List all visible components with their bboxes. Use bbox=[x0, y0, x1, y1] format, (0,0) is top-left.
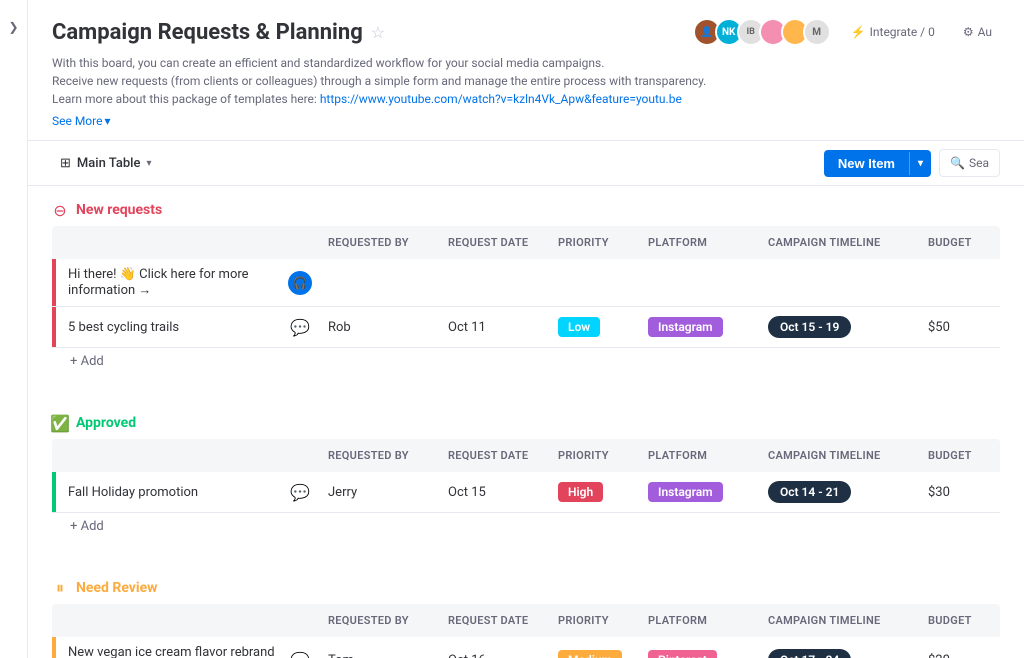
budget-cell: $30 bbox=[920, 481, 1000, 504]
group-new-requests: ⊖ New requests Requested by Request date… bbox=[28, 186, 1024, 375]
budget-cell: $20 bbox=[920, 649, 1000, 658]
platform-badge-instagram: Instagram bbox=[648, 482, 723, 502]
request-date: Oct 11 bbox=[440, 316, 550, 339]
timeline-cell: Oct 14 - 21 bbox=[760, 477, 920, 507]
dropdown-icon: ▾ bbox=[146, 158, 151, 169]
group-icon-approved: ✅ bbox=[52, 415, 68, 431]
search-button[interactable]: 🔍 Sea bbox=[939, 149, 1000, 177]
page-title: Campaign Requests & Planning bbox=[52, 20, 363, 45]
table-row[interactable]: 5 best cycling trails 💬 Rob Oct 11 Low I… bbox=[52, 307, 1000, 348]
table-row[interactable]: Fall Holiday promotion 💬 Jerry Oct 15 Hi… bbox=[52, 472, 1000, 513]
star-icon[interactable]: ☆ bbox=[371, 23, 385, 42]
timeline-badge: Oct 17 - 24 bbox=[768, 649, 851, 658]
row-name: Hi there! 👋 Click here for more informat… bbox=[64, 259, 288, 306]
chevron-left-icon: ❯ bbox=[8, 20, 18, 34]
priority-badge-high: High bbox=[558, 482, 603, 502]
add-row-approved[interactable]: + Add bbox=[52, 513, 1000, 540]
search-icon: 🔍 bbox=[950, 156, 965, 170]
priority-cell: Medium bbox=[550, 646, 640, 658]
add-row-new-requests[interactable]: + Add bbox=[52, 348, 1000, 375]
timeline-badge: Oct 14 - 21 bbox=[768, 481, 851, 503]
priority-badge-medium: Medium bbox=[558, 650, 622, 658]
headphone-icon[interactable]: 🎧 bbox=[288, 271, 312, 295]
group-header-need-review: ⏸ Need Review bbox=[28, 564, 1024, 604]
group-header-new-requests: ⊖ New requests bbox=[28, 186, 1024, 226]
platform-cell: Instagram bbox=[640, 478, 760, 506]
toolbar: ⊞ Main Table ▾ New Item ▾ 🔍 Sea bbox=[28, 141, 1024, 186]
priority-cell: Low bbox=[550, 313, 640, 341]
page-header: Campaign Requests & Planning ☆ 👤 NK IB M bbox=[28, 0, 1024, 141]
see-more-button[interactable]: See More ▾ bbox=[52, 114, 111, 128]
priority-cell: High bbox=[550, 478, 640, 506]
platform-badge-pinterest: Pinterest bbox=[648, 650, 717, 658]
request-date: Oct 16 bbox=[440, 649, 550, 658]
row-name: New vegan ice cream flavor rebrand campa… bbox=[64, 637, 288, 658]
table-header-approved: Requested by Request date Priority Platf… bbox=[52, 439, 1000, 472]
row-name: 5 best cycling trails bbox=[64, 312, 288, 343]
avatar-group: 👤 NK IB M bbox=[693, 18, 831, 46]
budget-cell: $50 bbox=[920, 316, 1000, 339]
priority-badge-low: Low bbox=[558, 317, 600, 337]
group-icon-new-requests: ⊖ bbox=[52, 202, 68, 218]
comment-icon[interactable]: 💬 bbox=[290, 483, 310, 502]
group-title-approved: Approved bbox=[76, 415, 136, 431]
group-header-approved: ✅ Approved bbox=[28, 399, 1024, 439]
new-item-button[interactable]: New Item ▾ bbox=[824, 150, 931, 177]
requested-by: Rob bbox=[320, 316, 440, 339]
auto-icon: ⚙ bbox=[963, 25, 974, 39]
integrate-icon: ⚡ bbox=[851, 25, 866, 39]
comment-icon[interactable]: 💬 bbox=[290, 318, 310, 337]
request-date: Oct 15 bbox=[440, 481, 550, 504]
group-icon-need-review: ⏸ bbox=[52, 580, 68, 596]
chevron-down-icon: ▾ bbox=[104, 114, 110, 128]
comment-icon[interactable]: 💬 bbox=[290, 651, 310, 658]
platform-badge-instagram: Instagram bbox=[648, 317, 723, 337]
table-header-new-requests: Requested by Request date Priority Platf… bbox=[52, 226, 1000, 259]
group-need-review: ⏸ Need Review Requested by Request date … bbox=[28, 564, 1024, 658]
table-row[interactable]: Hi there! 👋 Click here for more informat… bbox=[52, 259, 1000, 307]
new-item-dropdown-arrow[interactable]: ▾ bbox=[909, 152, 931, 175]
main-table-button[interactable]: ⊞ Main Table ▾ bbox=[52, 152, 159, 175]
group-title-new-requests: New requests bbox=[76, 202, 162, 218]
row-name: Fall Holiday promotion bbox=[64, 477, 288, 508]
table-row[interactable]: New vegan ice cream flavor rebrand campa… bbox=[52, 637, 1000, 658]
description-link[interactable]: https://www.youtube.com/watch?v=kzln4Vk_… bbox=[320, 92, 682, 106]
timeline-cell: Oct 15 - 19 bbox=[760, 312, 920, 342]
requested-by: Tom bbox=[320, 649, 440, 658]
platform-cell: Instagram bbox=[640, 313, 760, 341]
sidebar-toggle[interactable]: ❯ bbox=[0, 0, 28, 658]
platform-cell: Pinterest bbox=[640, 646, 760, 658]
group-approved: ✅ Approved Requested by Request date Pri… bbox=[28, 399, 1024, 540]
description: With this board, you can create an effic… bbox=[52, 54, 1000, 108]
timeline-cell: Oct 17 - 24 bbox=[760, 645, 920, 658]
auto-button[interactable]: ⚙ Au bbox=[955, 21, 1000, 43]
table-header-need-review: Requested by Request date Priority Platf… bbox=[52, 604, 1000, 637]
table-icon: ⊞ bbox=[60, 156, 71, 171]
timeline-badge: Oct 15 - 19 bbox=[768, 316, 851, 338]
integrate-button[interactable]: ⚡ Integrate / 0 bbox=[843, 21, 943, 43]
group-title-need-review: Need Review bbox=[76, 580, 157, 596]
requested-by: Jerry bbox=[320, 481, 440, 504]
board-content: ⊖ New requests Requested by Request date… bbox=[28, 186, 1024, 658]
avatar: M bbox=[803, 18, 831, 46]
